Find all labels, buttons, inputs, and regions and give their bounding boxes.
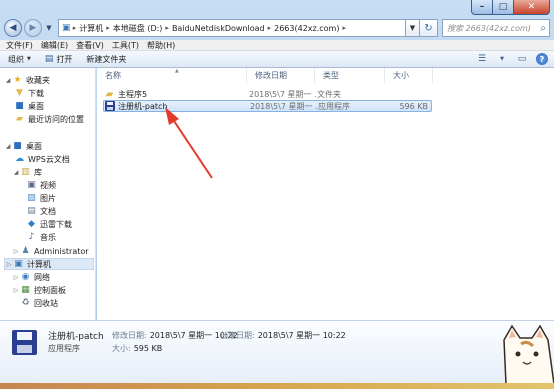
details-pane: 注册机-patch 应用程序 修改日期: 2018\5\7 星期一 10:22 大… — [0, 320, 554, 383]
annotation-arrow-head — [165, 107, 179, 125]
details-created: 创建日期: 2018\5\7 星期一 10:22 — [220, 330, 346, 341]
taskbar-strip — [0, 383, 554, 389]
details-file-type: 应用程序 — [48, 344, 80, 353]
details-value: 2018\5\7 星期一 10:22 — [257, 331, 346, 340]
annotation-arrow-line — [171, 117, 213, 179]
details-value: 595 KB — [133, 344, 163, 353]
explorer-window: – □ ✕ ◀ ▶ ▼ ▣ ▸ 计算机 ▸ 本地磁盘 (D:) ▸ BaiduN… — [0, 0, 554, 389]
details-label: 创建日期: — [220, 331, 255, 340]
details-label: 修改日期: — [112, 331, 147, 340]
details-file-name: 注册机-patch — [48, 332, 104, 342]
details-size: 大小: 595 KB — [112, 343, 162, 354]
floppy-icon — [12, 330, 37, 355]
details-modified: 修改日期: 2018\5\7 星期一 10:22 — [112, 330, 238, 341]
cat-mascot-icon — [503, 324, 554, 384]
details-label: 大小: — [112, 344, 131, 353]
